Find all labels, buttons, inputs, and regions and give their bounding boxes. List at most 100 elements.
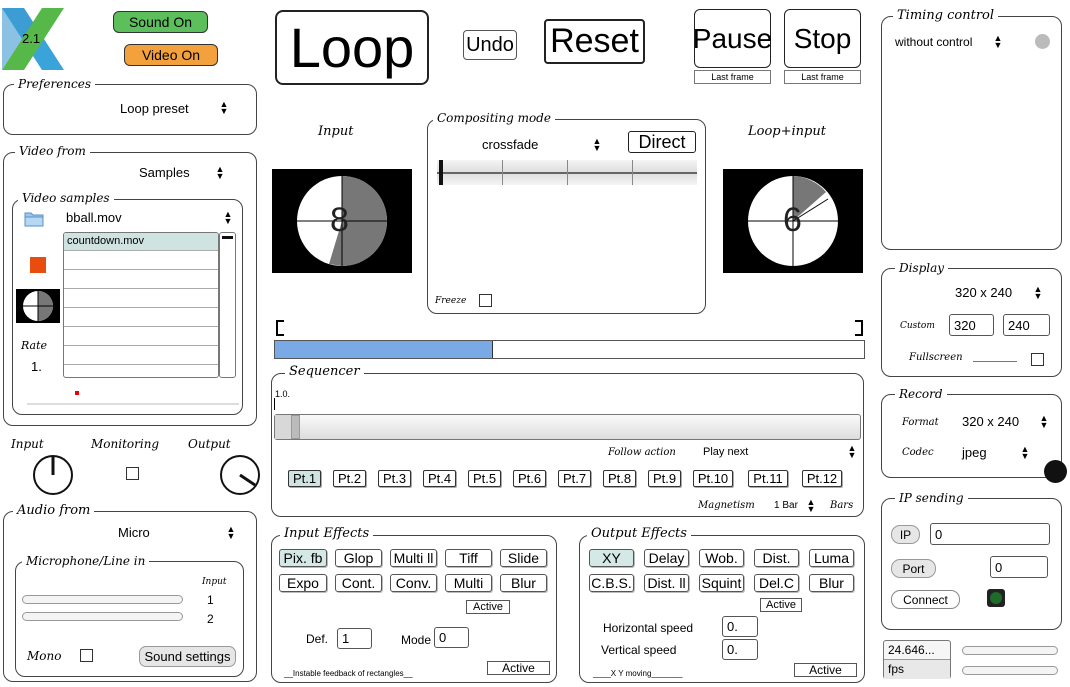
- effect-multi-button[interactable]: Multi: [445, 574, 492, 592]
- output-effect-active-toggle[interactable]: Active: [794, 663, 857, 677]
- effect-luma-button[interactable]: Luma: [809, 549, 854, 567]
- video-toggle-button[interactable]: Video On: [124, 44, 218, 66]
- sample-list[interactable]: countdown.mov: [63, 232, 219, 378]
- codec-select[interactable]: jpeg: [962, 446, 987, 460]
- def-field[interactable]: 1: [337, 628, 372, 649]
- format-select[interactable]: 320 x 240: [962, 415, 1019, 429]
- effect-squint-button[interactable]: Squint: [699, 574, 744, 592]
- input-effects-active-button[interactable]: Active: [466, 600, 510, 614]
- magnetism-arrows-icon[interactable]: ▲ ▼: [806, 498, 816, 514]
- loop-button[interactable]: Loop: [275, 10, 429, 85]
- freeze-checkbox[interactable]: [479, 294, 492, 307]
- follow-action-arrows-icon[interactable]: ▲ ▼: [847, 444, 857, 460]
- effect-conv-button[interactable]: Conv.: [390, 574, 437, 592]
- output-effects-active-button[interactable]: Active: [760, 598, 802, 612]
- point-button[interactable]: Pt.9: [648, 470, 681, 487]
- ip-button[interactable]: IP: [891, 525, 920, 544]
- fullscreen-checkbox[interactable]: [1031, 353, 1044, 366]
- mode-field[interactable]: 0: [434, 627, 469, 648]
- video-source-select[interactable]: Samples: [139, 166, 190, 180]
- timing-mode-select[interactable]: without control: [895, 35, 972, 49]
- vertical-speed-field[interactable]: 0.: [722, 639, 758, 660]
- input-effect-active-toggle[interactable]: Active: [487, 661, 550, 675]
- point-button[interactable]: Pt.8: [603, 470, 636, 487]
- preferences-select-arrows-icon[interactable]: ▲ ▼: [219, 100, 229, 116]
- point-button[interactable]: Pt.2: [333, 470, 366, 487]
- effect-expo-button[interactable]: Expo: [279, 574, 327, 592]
- effect-slide-button[interactable]: Slide: [500, 549, 547, 567]
- effect-delc-button[interactable]: Del.C: [754, 574, 799, 592]
- sound-toggle-button[interactable]: Sound On: [113, 11, 208, 33]
- point-button[interactable]: Pt.7: [558, 470, 591, 487]
- pause-last-frame-button[interactable]: Last frame: [694, 70, 771, 84]
- timing-mode-arrows-icon[interactable]: ▲ ▼: [993, 34, 1003, 50]
- compositing-arrows-icon[interactable]: ▲ ▼: [592, 137, 602, 153]
- horizontal-speed-field[interactable]: 0.: [722, 616, 758, 637]
- list-item[interactable]: [64, 270, 218, 289]
- preferences-select[interactable]: Loop preset: [120, 102, 189, 116]
- point-button[interactable]: Pt.4: [423, 470, 456, 487]
- compositing-mode-select[interactable]: crossfade: [482, 138, 538, 152]
- stop-button[interactable]: Stop: [784, 9, 861, 68]
- point-button[interactable]: Pt.3: [378, 470, 411, 487]
- codec-arrows-icon[interactable]: ▲ ▼: [1020, 445, 1030, 461]
- effect-distll-button[interactable]: Dist. ll: [644, 574, 689, 592]
- effect-wob-button[interactable]: Wob.: [699, 549, 744, 567]
- port-field[interactable]: 0: [990, 556, 1048, 578]
- format-arrows-icon[interactable]: ▲ ▼: [1039, 414, 1049, 430]
- record-button[interactable]: [1044, 460, 1067, 483]
- effect-cbs-button[interactable]: C.B.S.: [589, 574, 634, 592]
- effect-glop-button[interactable]: Glop: [335, 549, 382, 567]
- sample-file-arrows-icon[interactable]: ▲ ▼: [223, 210, 233, 226]
- sample-list-scrollbar[interactable]: [219, 232, 236, 378]
- effect-pixfb-button[interactable]: Pix. fb: [279, 549, 327, 567]
- point-button[interactable]: Pt.5: [468, 470, 501, 487]
- effect-xy-button[interactable]: XY: [589, 549, 634, 567]
- loop-end-bracket[interactable]: [855, 320, 863, 336]
- audio-source-arrows-icon[interactable]: ▲ ▼: [226, 525, 236, 541]
- effect-multill-button[interactable]: Multi ll: [390, 549, 437, 567]
- undo-button[interactable]: Undo: [463, 30, 517, 60]
- point-button[interactable]: Pt.11: [748, 470, 788, 487]
- sequencer-timeline[interactable]: [274, 414, 861, 440]
- rate-value[interactable]: 1.: [31, 360, 42, 374]
- stop-square-icon[interactable]: [30, 257, 46, 273]
- output-gain-dial[interactable]: [219, 454, 261, 496]
- connect-button[interactable]: Connect: [891, 590, 960, 609]
- effect-out-blur-button[interactable]: Blur: [809, 574, 854, 592]
- crossfade-slider[interactable]: [437, 160, 697, 185]
- input-gain-dial[interactable]: [32, 454, 74, 496]
- point-button[interactable]: Pt.6: [513, 470, 546, 487]
- sound-settings-button[interactable]: Sound settings: [139, 646, 236, 667]
- loop-start-bracket[interactable]: [276, 320, 284, 336]
- point-button[interactable]: Pt.1: [288, 470, 321, 487]
- list-item[interactable]: [64, 308, 218, 327]
- effect-delay-button[interactable]: Delay: [644, 549, 689, 567]
- list-item[interactable]: [64, 327, 218, 346]
- point-button[interactable]: Pt.10: [693, 470, 733, 487]
- sequencer-handle[interactable]: [291, 415, 300, 439]
- effect-dist-button[interactable]: Dist.: [754, 549, 799, 567]
- point-button[interactable]: Pt.12: [802, 470, 842, 487]
- effect-cont-button[interactable]: Cont.: [335, 574, 382, 592]
- display-size-select[interactable]: 320 x 240: [955, 286, 1012, 300]
- effect-blur-button[interactable]: Blur: [500, 574, 547, 592]
- magnetism-select[interactable]: 1 Bar: [774, 499, 798, 513]
- list-item[interactable]: countdown.mov: [64, 233, 218, 251]
- display-size-arrows-icon[interactable]: ▲ ▼: [1033, 285, 1043, 301]
- video-source-arrows-icon[interactable]: ▲ ▼: [215, 165, 225, 181]
- custom-width-field[interactable]: 320: [949, 314, 994, 336]
- monitoring-checkbox[interactable]: [126, 467, 139, 480]
- ip-address-field[interactable]: 0: [930, 523, 1050, 545]
- stop-last-frame-button[interactable]: Last frame: [784, 70, 861, 84]
- folder-icon[interactable]: [24, 209, 44, 227]
- list-item[interactable]: [64, 289, 218, 308]
- direct-button[interactable]: Direct: [628, 131, 696, 153]
- custom-height-field[interactable]: 240: [1003, 314, 1050, 336]
- reset-button[interactable]: Reset: [544, 19, 645, 64]
- port-button[interactable]: Port: [891, 559, 936, 578]
- sample-thumbnail[interactable]: [16, 289, 60, 323]
- mono-checkbox[interactable]: [80, 649, 93, 662]
- pause-button[interactable]: Pause: [693, 9, 772, 68]
- sample-file-select[interactable]: bball.mov: [66, 211, 122, 225]
